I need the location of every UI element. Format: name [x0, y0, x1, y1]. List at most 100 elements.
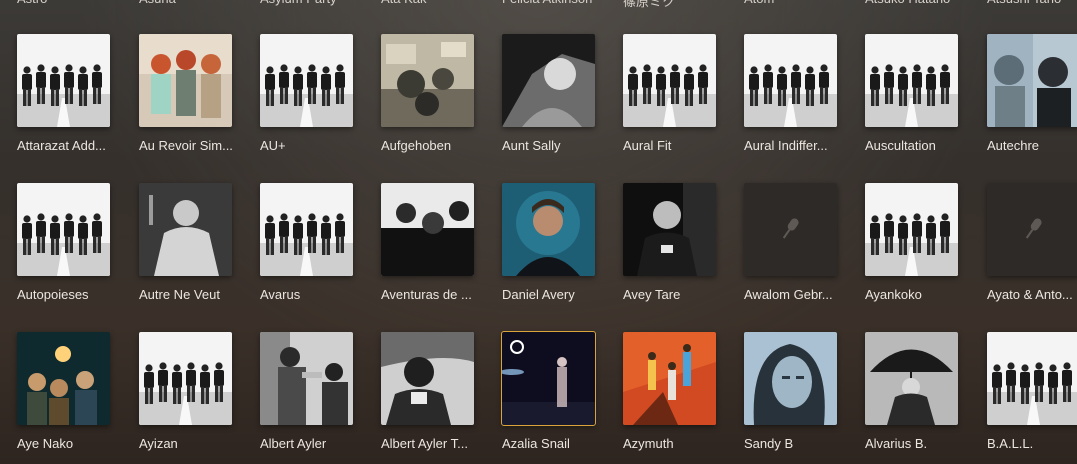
artist-name-label[interactable]: Alvarius B. — [865, 436, 959, 452]
artist-name-label[interactable]: Aural Fit — [623, 138, 717, 154]
artist-name-label[interactable]: B.A.L.L. — [987, 436, 1077, 452]
artist-art — [139, 34, 232, 127]
artist-name-label[interactable]: Azalia Snail — [502, 436, 596, 452]
artist-tile[interactable]: Auscultation — [865, 34, 959, 154]
artist-placeholder-image[interactable] — [744, 183, 837, 276]
artist-tile[interactable]: Aural Fit — [623, 34, 717, 154]
artist-art — [139, 332, 232, 425]
artist-label-partial[interactable]: Felicia Atkinson — [502, 0, 595, 6]
artist-label-partial[interactable]: Atom — [744, 0, 837, 6]
artist-art — [865, 183, 958, 276]
artist-tile[interactable]: Azalia Snail — [501, 331, 596, 452]
artist-label-partial[interactable]: Astro — [17, 0, 110, 6]
artist-thumbnail[interactable] — [987, 34, 1077, 127]
artist-tile[interactable]: B.A.L.L. — [987, 332, 1077, 452]
artist-thumbnail[interactable] — [987, 332, 1077, 425]
artist-name-label[interactable]: Sandy B — [744, 436, 838, 452]
artist-tile[interactable]: Aural Indiffer... — [744, 34, 838, 154]
artist-name-label[interactable]: Avey Tare — [623, 287, 717, 303]
artist-label-partial[interactable]: Asylum Party — [260, 0, 353, 6]
artist-label-partial[interactable]: Atsuko Hatano — [865, 0, 958, 6]
artist-art — [17, 183, 110, 276]
artist-name-label[interactable]: Azymuth — [623, 436, 717, 452]
artist-art — [502, 34, 595, 127]
artist-tile[interactable]: Ayato & Anto... — [987, 183, 1077, 303]
artist-thumbnail[interactable] — [260, 34, 353, 127]
artist-thumbnail[interactable] — [744, 34, 837, 127]
artist-name-label[interactable]: Aural Indiffer... — [744, 138, 838, 154]
artist-tile[interactable]: Albert Ayler — [260, 332, 354, 452]
artist-tile[interactable]: Attarazat Add... — [17, 34, 111, 154]
artist-tile[interactable]: Sandy B — [744, 332, 838, 452]
artist-name-label[interactable]: Aventuras de ... — [381, 287, 475, 303]
artist-label-partial[interactable]: 篠原ミク — [623, 0, 716, 10]
artist-name-label[interactable]: Ayizan — [139, 436, 233, 452]
artist-name-label[interactable]: Ayankoko — [865, 287, 959, 303]
artist-thumbnail[interactable] — [139, 183, 232, 276]
artist-tile[interactable]: Albert Ayler T... — [381, 332, 475, 452]
artist-thumbnail[interactable] — [381, 332, 474, 425]
artist-thumbnail[interactable] — [17, 183, 110, 276]
artist-thumbnail[interactable] — [502, 34, 595, 127]
artist-tile[interactable]: Aunt Sally — [502, 34, 596, 154]
artist-tile[interactable]: Aufgehoben — [381, 34, 475, 154]
artist-tile[interactable]: Daniel Avery — [502, 183, 596, 303]
artist-thumbnail[interactable] — [17, 34, 110, 127]
artist-thumbnail[interactable] — [381, 34, 474, 127]
artist-tile[interactable]: Aventuras de ... — [381, 183, 475, 303]
artist-thumbnail[interactable] — [623, 332, 716, 425]
artist-art — [17, 332, 110, 425]
artist-tile[interactable]: Autopoieses — [17, 183, 111, 303]
artist-name-label[interactable]: Attarazat Add... — [17, 138, 111, 154]
artist-tile[interactable]: Autechre — [987, 34, 1077, 154]
artist-thumbnail[interactable] — [260, 332, 353, 425]
artist-tile[interactable]: AU+ — [260, 34, 354, 154]
artist-thumbnail[interactable] — [381, 183, 474, 276]
artist-thumbnail[interactable] — [501, 331, 596, 426]
artist-thumbnail[interactable] — [623, 183, 716, 276]
artist-name-label[interactable]: Aunt Sally — [502, 138, 596, 154]
artist-name-label[interactable]: Autechre — [987, 138, 1077, 154]
artist-name-label[interactable]: Ayato & Anto... — [987, 287, 1077, 303]
artist-thumbnail[interactable] — [502, 183, 595, 276]
artist-name-label[interactable]: Autre Ne Veut — [139, 287, 233, 303]
artist-thumbnail[interactable] — [260, 183, 353, 276]
artist-label-partial[interactable]: Asuna — [139, 0, 232, 6]
artist-tile[interactable]: Avarus — [260, 183, 354, 303]
artist-tile[interactable]: Aye Nako — [17, 332, 111, 452]
artist-thumbnail[interactable] — [139, 332, 232, 425]
artist-label-partial[interactable]: Ata Kak — [381, 0, 474, 6]
artist-name-label[interactable]: Au Revoir Sim... — [139, 138, 233, 154]
artist-name-label[interactable]: Awalom Gebr... — [744, 287, 838, 303]
artist-name-label[interactable]: Daniel Avery — [502, 287, 596, 303]
artist-name-label[interactable]: Auscultation — [865, 138, 959, 154]
artist-art — [260, 332, 353, 425]
artist-name-label[interactable]: Albert Ayler T... — [381, 436, 475, 452]
artist-tile[interactable]: Ayizan — [139, 332, 233, 452]
artist-tile[interactable]: Awalom Gebr... — [744, 183, 838, 303]
artist-tile[interactable]: Ayankoko — [865, 183, 959, 303]
artist-tile[interactable]: Avey Tare — [623, 183, 717, 303]
artist-tile[interactable]: Alvarius B. — [865, 332, 959, 452]
artist-thumbnail[interactable] — [17, 332, 110, 425]
artist-name-label[interactable]: Albert Ayler — [260, 436, 354, 452]
artist-tile[interactable]: Azymuth — [623, 332, 717, 452]
artist-thumbnail[interactable] — [865, 183, 958, 276]
artist-label-partial[interactable]: Atsushi Tano — [987, 0, 1077, 6]
selection-circle-icon[interactable] — [510, 340, 524, 354]
artist-thumbnail[interactable] — [623, 34, 716, 127]
artist-name-label[interactable]: Aye Nako — [17, 436, 111, 452]
artist-name-label[interactable]: Aufgehoben — [381, 138, 475, 154]
artist-name-label[interactable]: Avarus — [260, 287, 354, 303]
artist-art — [987, 34, 1077, 127]
artist-thumbnail[interactable] — [865, 34, 958, 127]
artist-thumbnail[interactable] — [139, 34, 232, 127]
artist-thumbnail[interactable] — [865, 332, 958, 425]
artist-tile[interactable]: Au Revoir Sim... — [139, 34, 233, 154]
artist-placeholder-image[interactable] — [987, 183, 1077, 276]
artist-tile[interactable]: Autre Ne Veut — [139, 183, 233, 303]
artist-art — [865, 34, 958, 127]
artist-thumbnail[interactable] — [744, 332, 837, 425]
artist-name-label[interactable]: Autopoieses — [17, 287, 111, 303]
artist-name-label[interactable]: AU+ — [260, 138, 354, 154]
